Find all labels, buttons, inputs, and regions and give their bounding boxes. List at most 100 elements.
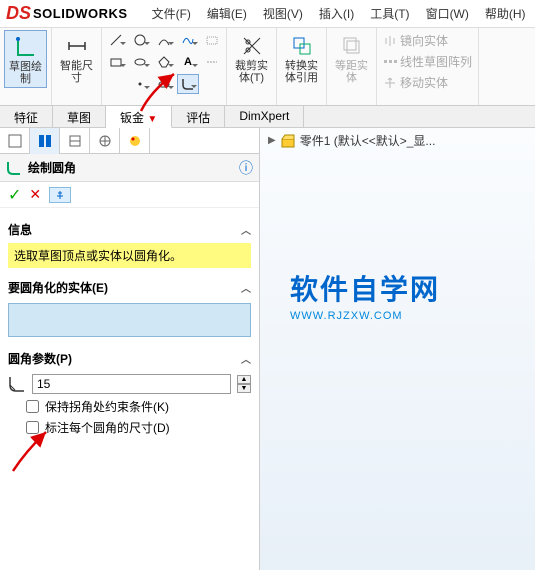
panel-tab-appearance[interactable] [120,128,150,154]
ellipse-tool[interactable] [129,52,151,72]
panel-tab-feature[interactable] [0,128,30,154]
chevron-up-icon: ︿ [241,222,251,237]
dim-each-checkbox[interactable] [26,421,39,434]
radius-icon [8,375,26,393]
titlebar: DS SOLIDWORKS 文件(F) 编辑(E) 视图(V) 插入(I) 工具… [0,0,535,28]
part-name[interactable]: 零件1 (默认<<默认>_显... [300,132,436,149]
cancel-button[interactable]: ✕ [29,186,41,203]
panel-tab-config[interactable] [60,128,90,154]
entities-section: 要圆角化的实体(E) ︿ [8,276,251,337]
pattern-button[interactable]: 线性草图阵列 [383,53,472,70]
menu-edit[interactable]: 编辑(E) [199,1,255,26]
text-tool[interactable]: A [177,52,199,72]
move-label: 移动实体 [400,74,448,91]
sketch-button[interactable]: 草图绘 制 [4,30,47,88]
menu-insert[interactable]: 插入(I) [311,1,362,26]
panel-tab-dimxpert[interactable] [90,128,120,154]
trim-button[interactable]: 裁剪实 体(T) [231,30,272,86]
property-panel: 绘制圆角 ⓘ ✓ ✕ 信息 ︿ 选取草图顶点或实体以圆角化。 要圆角化的实体(E… [0,128,260,570]
smartdim-label: 智能尺 寸 [60,60,93,84]
chevron-up-icon: ︿ [241,280,251,295]
info-label: 信息 [8,221,32,238]
ribbon-group-modify: 镜向实体 线性草图阵列 移动实体 [377,28,479,105]
app-brand: SOLIDWORKS [33,6,128,21]
pattern-icon [383,55,397,69]
menu-file[interactable]: 文件(F) [144,1,199,26]
offset-button[interactable]: 等距实 体 [331,30,372,86]
keep-constraint-row: 保持拐角处约束条件(K) [26,398,251,415]
panel-tabs [0,128,259,154]
construction-tool[interactable] [201,52,223,72]
slot-tool[interactable] [153,74,175,94]
menu-bar: 文件(F) 编辑(E) 视图(V) 插入(I) 工具(T) 窗口(W) 帮助(H… [144,1,534,26]
sketch-label: 草图绘 制 [9,61,42,85]
ok-button[interactable]: ✓ [8,185,21,205]
arc-tool[interactable] [153,30,175,50]
workspace: 绘制圆角 ⓘ ✓ ✕ 信息 ︿ 选取草图顶点或实体以圆角化。 要圆角化的实体(E… [0,128,535,570]
watermark-url: WWW.RJZXW.COM [290,310,440,322]
spinner-down[interactable]: ▼ [237,384,251,393]
chevron-up-icon: ︿ [241,351,251,366]
info-message: 选取草图顶点或实体以圆角化。 [8,243,251,268]
info-header[interactable]: 信息 ︿ [8,218,251,241]
mirror-icon [383,34,397,48]
spinner-up[interactable]: ▲ [237,375,251,384]
trim-icon [238,32,266,60]
menu-view[interactable]: 视图(V) [255,1,311,26]
tree-expand-icon[interactable]: ▶ [268,135,276,146]
radius-input[interactable] [32,374,231,394]
keep-constraint-checkbox[interactable] [26,400,39,413]
rectangle-dashed-tool[interactable] [201,30,223,50]
panel-tab-property[interactable] [30,128,60,154]
params-section: 圆角参数(P) ︿ ▲ ▼ 保持拐角处约束条件(K) [8,347,251,436]
circle-tool[interactable] [129,30,151,50]
info-section: 信息 ︿ 选取草图顶点或实体以圆角化。 [8,218,251,268]
tab-sheetmetal[interactable]: 钣金 ▼ [106,106,172,128]
tab-features[interactable]: 特征 [0,106,53,127]
ribbon: 草图绘 制 智能尺 寸 A [0,28,535,106]
property-body: 信息 ︿ 选取草图顶点或实体以圆角化。 要圆角化的实体(E) ︿ 圆角参数(P)… [0,208,259,446]
ribbon-group-dimension: 智能尺 寸 [52,28,102,105]
keep-constraint-label: 保持拐角处约束条件(K) [45,398,169,415]
rectangle-tool[interactable] [105,52,127,72]
pattern-label: 线性草图阵列 [400,53,472,70]
feature-tree-root: ▶ 零件1 (默认<<默认>_显... [260,128,535,153]
app-logo: DS SOLIDWORKS [0,3,134,24]
menu-help[interactable]: 帮助(H) [477,1,534,26]
property-header: 绘制圆角 ⓘ [0,154,259,182]
part-icon [280,133,296,149]
ribbon-group-offset: 等距实 体 [327,28,377,105]
pushpin-icon [54,189,66,201]
mirror-button[interactable]: 镜向实体 [383,32,448,49]
convert-button[interactable]: 转换实 体引用 [281,30,322,86]
pin-button[interactable] [49,187,71,203]
watermark: 软件自学网 WWW.RJZXW.COM [290,268,440,322]
radius-row: ▲ ▼ [8,374,251,394]
tab-sketch[interactable]: 草图 [53,106,106,127]
spline-tool[interactable] [177,30,199,50]
tab-evaluate[interactable]: 评估 [172,106,225,127]
command-tabs: 特征 草图 钣金 ▼ 评估 DimXpert [0,106,535,128]
polygon-tool[interactable] [153,52,175,72]
ribbon-group-tools: A [102,28,227,105]
smart-dimension-button[interactable]: 智能尺 寸 [56,30,97,86]
entities-selection-box[interactable] [8,303,251,337]
property-title: 绘制圆角 [28,159,239,176]
line-tool[interactable] [105,30,127,50]
params-header[interactable]: 圆角参数(P) ︿ [8,347,251,370]
tab-dimxpert[interactable]: DimXpert [225,106,304,127]
sketch-icon [12,33,40,61]
trim-label: 裁剪实 体(T) [235,60,268,84]
offset-icon [338,32,366,60]
entities-header[interactable]: 要圆角化的实体(E) ︿ [8,276,251,299]
watermark-main: 软件自学网 [290,268,440,308]
menu-tools[interactable]: 工具(T) [362,1,417,26]
move-button[interactable]: 移动实体 [383,74,448,91]
menu-window[interactable]: 窗口(W) [418,1,477,26]
fillet-tool[interactable] [177,74,199,94]
point-tool[interactable] [129,74,151,94]
entities-label: 要圆角化的实体(E) [8,279,108,296]
help-icon[interactable]: ⓘ [239,158,253,178]
convert-icon [288,32,316,60]
viewport[interactable]: ▶ 零件1 (默认<<默认>_显... 软件自学网 WWW.RJZXW.COM [260,128,535,570]
